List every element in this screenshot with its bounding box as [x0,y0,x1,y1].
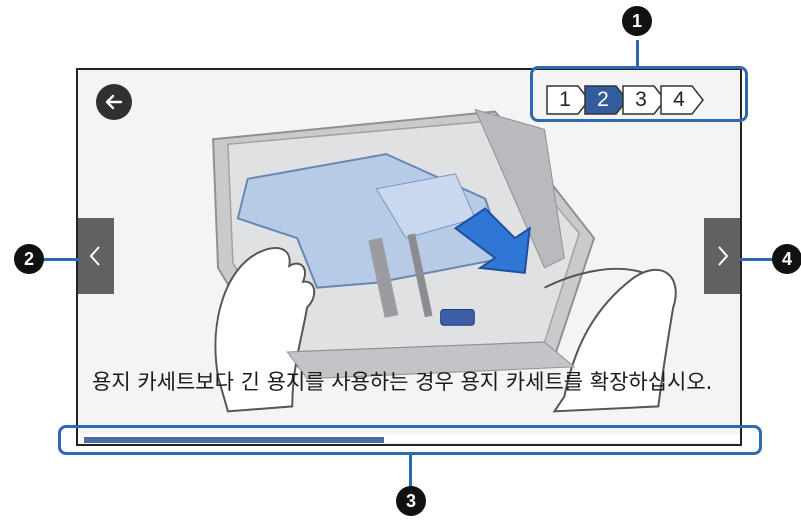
callout-3: 3 [396,486,426,516]
next-page-button[interactable] [704,218,740,294]
callout-line-4 [740,258,774,261]
instruction-text: 용지 카세트보다 긴 용지를 사용하는 경우 용지 카세트를 확장하십시오. [92,370,713,394]
callout-line-3 [409,455,412,487]
chevron-right-icon [718,246,729,266]
callout-4: 4 [772,244,801,274]
step-indicator-callout [530,66,748,122]
arrow-left-icon [105,94,123,110]
back-button[interactable] [96,84,132,120]
callout-2: 2 [14,244,44,274]
callout-1: 1 [622,6,652,36]
previous-page-button[interactable] [78,218,114,294]
progress-callout [58,425,762,455]
callout-line-2 [44,258,80,261]
printer-display: 1 2 3 4 용지 카세트보다 긴 용지를 사용하는 경우 용지 카세트를 확… [76,68,742,446]
callout-line-1 [636,40,639,67]
chevron-left-icon [89,246,100,266]
